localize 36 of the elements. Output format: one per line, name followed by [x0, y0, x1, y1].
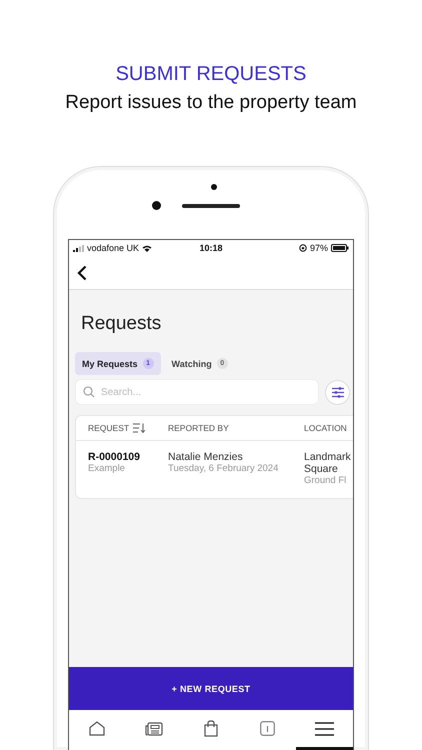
- search-field[interactable]: Search...: [75, 379, 319, 405]
- column-header: REPORTED BY: [168, 423, 229, 433]
- sort-icon[interactable]: [133, 423, 146, 433]
- shopping-bag-icon: [204, 720, 218, 737]
- home-icon: [89, 721, 106, 736]
- battery-icon: [331, 244, 349, 252]
- signal-icon: [73, 244, 84, 252]
- floor-label: Ground Fl: [304, 475, 348, 486]
- camera-dot: [152, 201, 161, 210]
- new-request-button[interactable]: + NEW REQUEST: [69, 667, 353, 710]
- camera-dot: [211, 184, 217, 190]
- status-time: 10:18: [199, 243, 223, 253]
- wifi-icon: [142, 244, 152, 252]
- report-date: Tuesday, 6 February 2024: [168, 463, 280, 474]
- sliders-icon: [332, 386, 344, 398]
- speaker-slot: [182, 204, 240, 208]
- column-header: LOCATION: [304, 423, 347, 433]
- location-name: Square: [304, 463, 339, 475]
- newspaper-icon: [145, 722, 164, 736]
- promo-title: SUBMIT REQUESTS: [114, 62, 308, 86]
- carrier-label: vodafone UK: [87, 243, 140, 253]
- back-icon: [77, 264, 87, 280]
- filter-button[interactable]: [325, 380, 350, 404]
- page-title: Requests: [81, 313, 162, 335]
- reporter-name: Natalie Menzies: [168, 451, 244, 463]
- rotation-lock-icon: [298, 244, 307, 252]
- column-header[interactable]: REQUEST: [88, 423, 130, 433]
- menu-icon: [315, 722, 334, 736]
- search-icon: [83, 386, 95, 398]
- request-type: Example: [88, 463, 126, 474]
- info-icon: [260, 721, 276, 736]
- request-id: R-0000109: [88, 451, 141, 463]
- location-name: Landmark: [304, 451, 352, 463]
- battery-percent: 97%: [310, 243, 328, 253]
- promo-subtitle: Report issues to the property team: [65, 91, 357, 115]
- request-row[interactable]: R-0000109 Example Natalie Menzies Tuesday, 6 February 2024 Landmark Square Ground Fl: [76, 441, 353, 498]
